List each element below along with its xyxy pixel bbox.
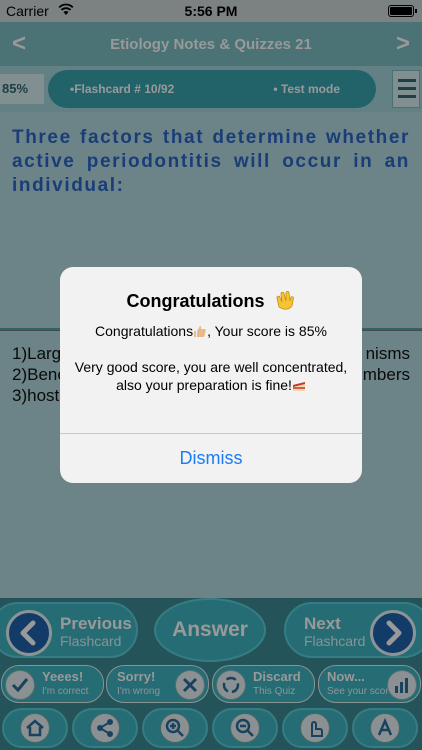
score-line: Congratulations, Your score is 85% [95, 323, 327, 339]
thumbs-up-icon [194, 326, 206, 337]
dismiss-button[interactable]: Dismiss [60, 434, 362, 483]
alert-title: Congratulations [60, 289, 362, 312]
cake-icon [292, 382, 305, 391]
feedback-line: Very good score, you are well concentrat… [74, 359, 348, 393]
alert-message: Congratulations, Your score is 85% Very … [60, 322, 362, 394]
congratulations-alert: Congratulations Congratulations, Your sc… [60, 267, 362, 483]
clapping-hands-icon [276, 291, 294, 310]
